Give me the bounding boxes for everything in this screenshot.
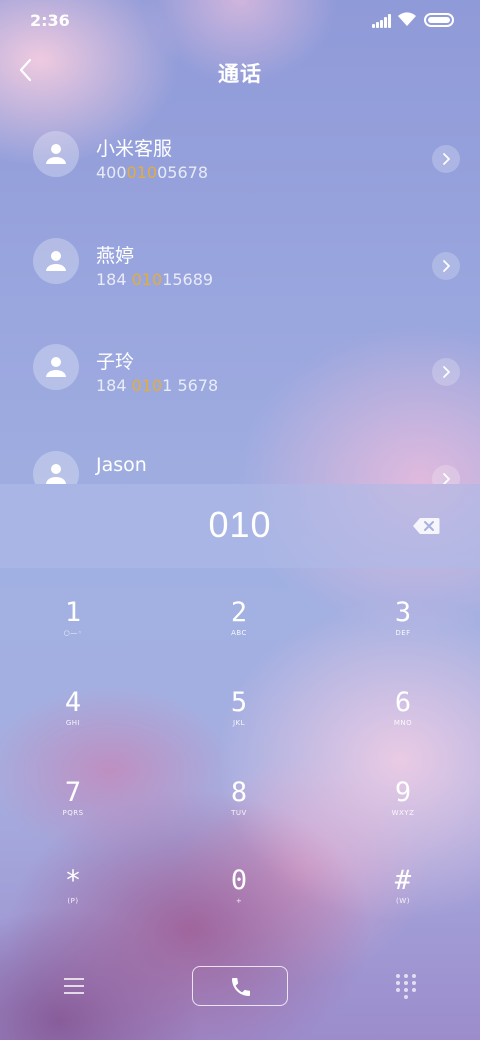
dialpad-icon[interactable] [396, 974, 418, 1000]
status-time: 2:36 [30, 11, 70, 30]
chevron-right-icon [443, 260, 450, 272]
contact-row[interactable]: 燕婷 184 01015689 [0, 217, 480, 309]
match-highlight: 010 [131, 270, 163, 289]
avatar [33, 238, 79, 284]
key-9[interactable]: 9 WXYZ [343, 768, 463, 848]
contact-detail-button[interactable] [432, 358, 460, 386]
chevron-right-icon [443, 473, 450, 484]
call-button[interactable] [192, 966, 288, 1006]
match-highlight: 010 [131, 376, 163, 395]
key-3[interactable]: 3 DEF [343, 588, 463, 668]
key-hash[interactable]: # (W) [343, 856, 463, 936]
person-icon [46, 357, 66, 377]
menu-icon[interactable] [64, 978, 84, 994]
voicemail-glyph: ○—◦ [63, 629, 83, 637]
page-title: 通话 [218, 62, 262, 86]
contact-name: Jason [96, 454, 147, 476]
contact-number: 40001005678 [96, 163, 208, 182]
match-highlight: 010 [126, 163, 158, 182]
contact-name: 燕婷 [96, 245, 135, 267]
key-2[interactable]: 2 ABC [179, 588, 299, 668]
backspace-icon[interactable] [412, 517, 440, 535]
dial-input-bar: 010 [0, 484, 480, 568]
contact-detail-button[interactable] [432, 252, 460, 280]
status-bar: 2:36 [0, 0, 480, 42]
avatar [33, 451, 79, 484]
avatar [33, 131, 79, 177]
person-icon [46, 251, 66, 271]
keypad: 1 ○—◦ 2 ABC 3 DEF 4 GHI 5 JKL 6 MNO 7 PQRS 8 TUV… [0, 588, 480, 948]
phone-icon [232, 978, 250, 996]
chevron-right-icon [443, 366, 450, 378]
contact-number: 184 01015689 [96, 270, 214, 289]
wifi-icon [398, 12, 416, 26]
signal-icon [372, 14, 392, 28]
contact-list: 小米客服 40001005678 燕婷 184 01015689 子玲 184 … [0, 110, 480, 484]
key-4[interactable]: 4 GHI [13, 678, 133, 758]
key-star[interactable]: * (P) [13, 856, 133, 936]
key-1[interactable]: 1 ○—◦ [13, 588, 133, 668]
chevron-right-icon [443, 153, 450, 165]
key-8[interactable]: 8 TUV [179, 768, 299, 848]
key-0[interactable]: 0 + [179, 856, 299, 936]
dialed-number[interactable]: 010 [0, 504, 480, 546]
key-7[interactable]: 7 PQRS [13, 768, 133, 848]
avatar [33, 344, 79, 390]
contact-detail-button[interactable] [432, 465, 460, 484]
person-icon [46, 464, 66, 484]
person-icon [46, 144, 66, 164]
contact-row[interactable]: 子玲 184 0101 5678 [0, 323, 480, 415]
key-5[interactable]: 5 JKL [179, 678, 299, 758]
contact-number: 184 0101 5678 [96, 376, 219, 395]
contact-name: 小米客服 [96, 138, 173, 160]
contact-row[interactable]: 小米客服 40001005678 [0, 110, 480, 202]
contact-row[interactable]: Jason [0, 430, 480, 484]
bottom-bar [0, 960, 480, 1020]
contact-detail-button[interactable] [432, 145, 460, 173]
contact-name: 子玲 [96, 351, 135, 373]
key-6[interactable]: 6 MNO [343, 678, 463, 758]
battery-icon [424, 13, 454, 27]
header: 通话 [0, 48, 480, 92]
